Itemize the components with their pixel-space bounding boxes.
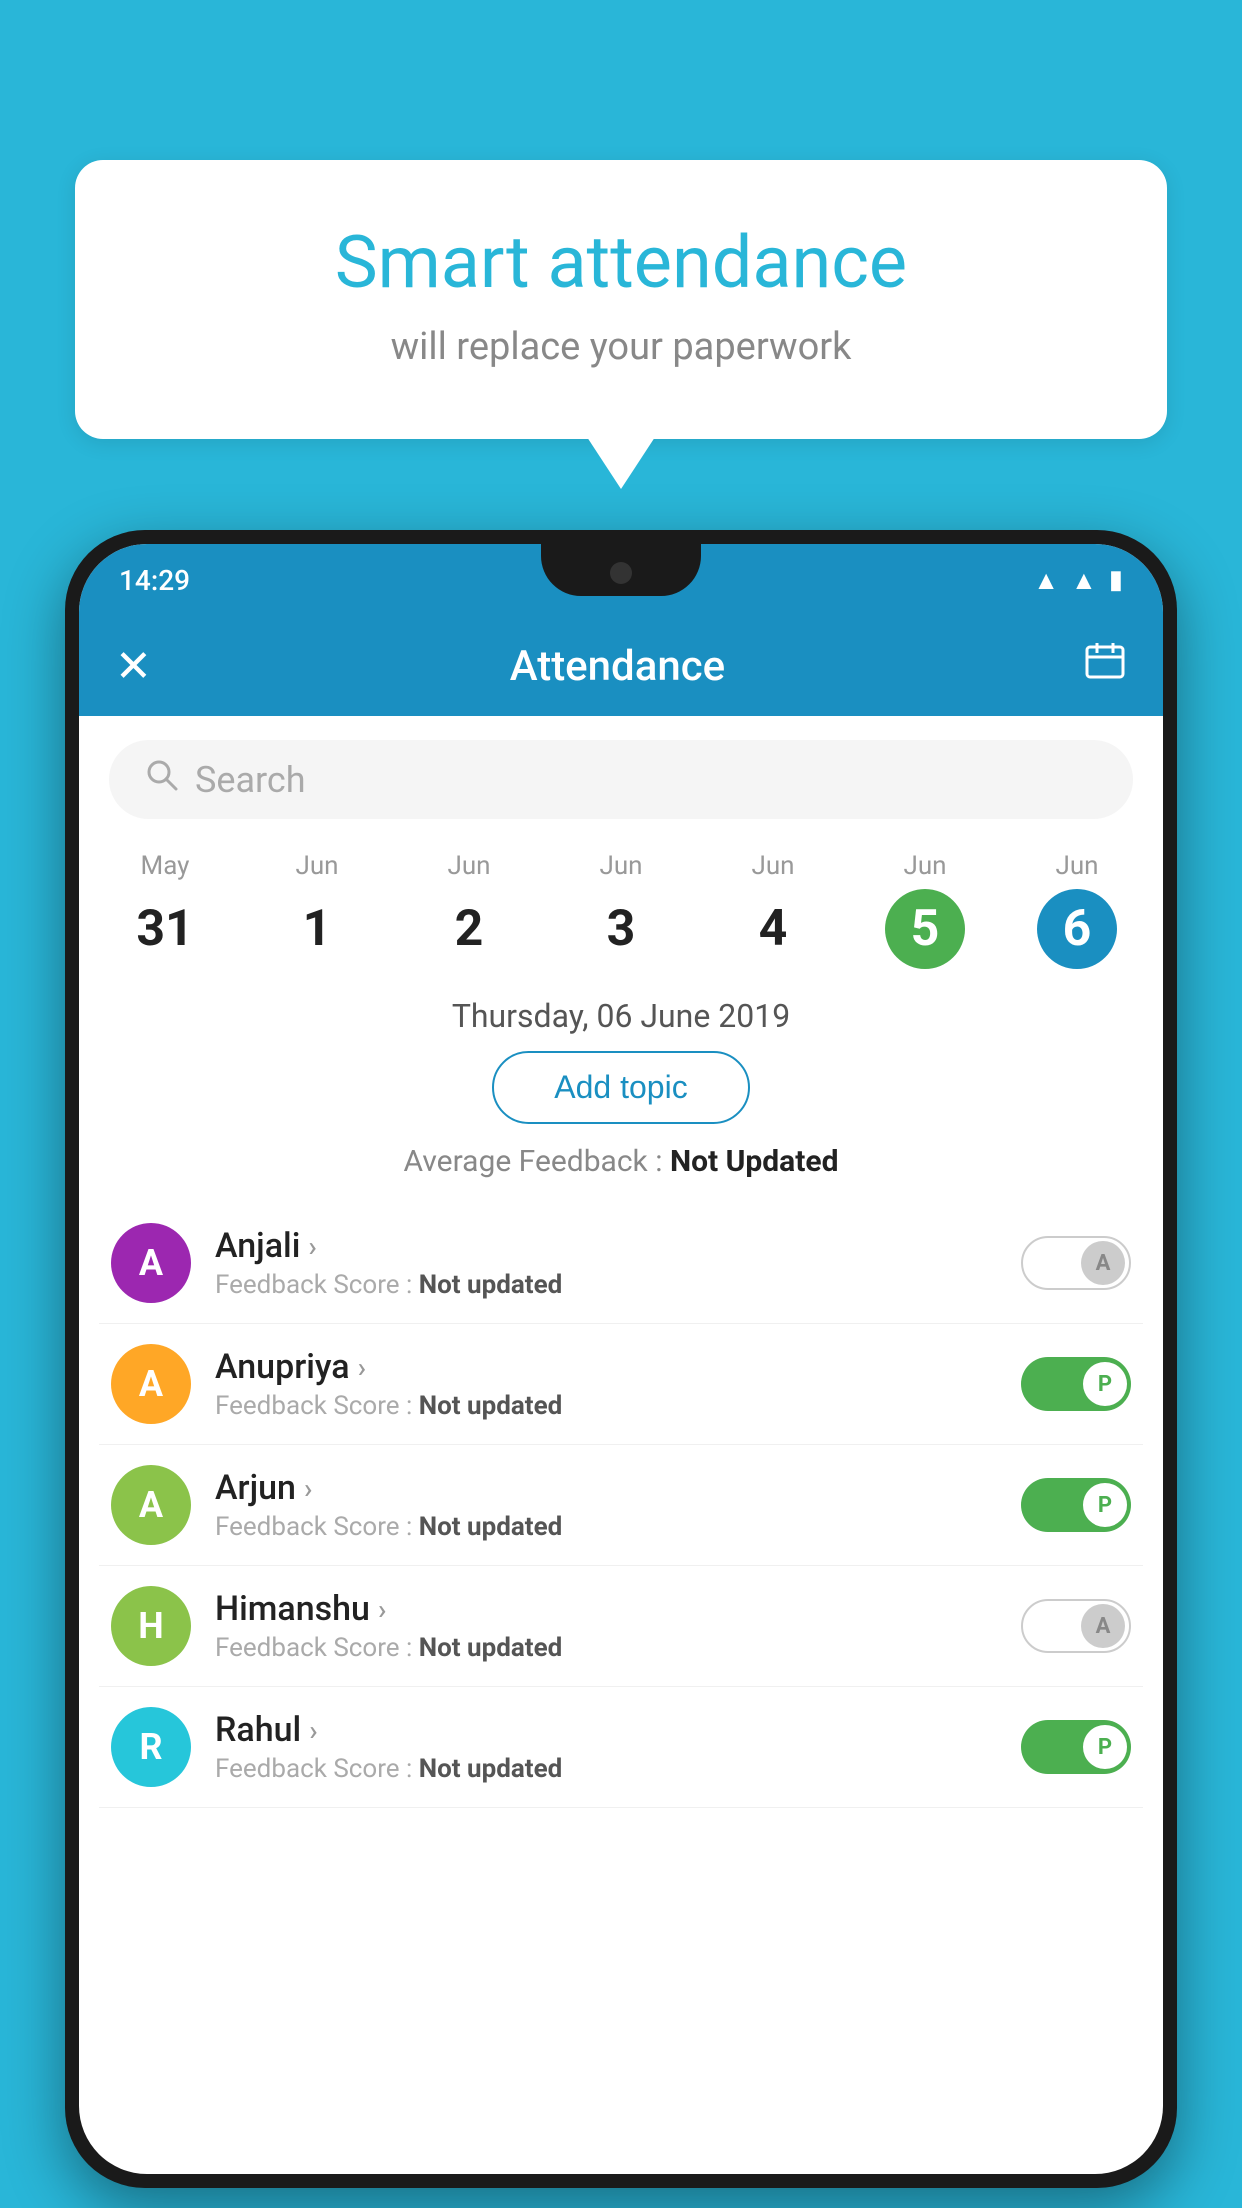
student-feedback: Feedback Score : Not updated: [215, 1391, 997, 1421]
student-row[interactable]: R Rahul › Feedback Score : Not updated P: [99, 1687, 1143, 1808]
status-bar: 14:29 ▲ ▲ ▮: [79, 544, 1163, 616]
cal-date[interactable]: 1: [277, 889, 357, 969]
student-feedback: Feedback Score : Not updated: [215, 1270, 997, 1300]
avatar: A: [111, 1223, 191, 1303]
selected-date-label: Thursday, 06 June 2019: [79, 997, 1163, 1035]
calendar-day[interactable]: Jun 4: [697, 851, 849, 969]
bubble-title: Smart attendance: [155, 220, 1087, 305]
chevron-icon: ›: [304, 1472, 312, 1505]
student-name: Rahul ›: [215, 1710, 997, 1750]
signal-icon: ▲: [1071, 565, 1097, 596]
search-bar[interactable]: Search: [109, 740, 1133, 819]
wifi-icon: ▲: [1033, 565, 1059, 596]
avatar: H: [111, 1586, 191, 1666]
cal-date[interactable]: 2: [429, 889, 509, 969]
camera-dot: [610, 562, 632, 584]
phone-inner: 14:29 ▲ ▲ ▮ ✕ Attendance: [79, 544, 1163, 2174]
cal-month: May: [89, 851, 241, 881]
status-time: 14:29: [119, 564, 190, 597]
cal-date[interactable]: 5: [885, 889, 965, 969]
avatar: A: [111, 1344, 191, 1424]
cal-date[interactable]: 4: [733, 889, 813, 969]
cal-month: Jun: [1001, 851, 1153, 881]
student-feedback: Feedback Score : Not updated: [215, 1633, 997, 1663]
cal-date[interactable]: 31: [125, 889, 205, 969]
student-info: Arjun › Feedback Score : Not updated: [215, 1468, 997, 1542]
toolbar-title: Attendance: [182, 642, 1053, 691]
calendar-icon[interactable]: [1083, 639, 1127, 694]
student-list: AAnjali ›Feedback Score : Not updatedAAA…: [79, 1203, 1163, 1808]
attendance-toggle[interactable]: P: [1021, 1357, 1131, 1411]
calendar-day[interactable]: Jun 5: [849, 851, 1001, 969]
cal-month: Jun: [545, 851, 697, 881]
cal-month: Jun: [393, 851, 545, 881]
chevron-icon: ›: [309, 1714, 317, 1747]
bubble-subtitle: will replace your paperwork: [155, 325, 1087, 369]
calendar-day[interactable]: Jun 2: [393, 851, 545, 969]
chevron-icon: ›: [308, 1230, 316, 1263]
avatar: R: [111, 1707, 191, 1787]
student-row[interactable]: A Arjun › Feedback Score : Not updated P: [99, 1445, 1143, 1566]
student-feedback: Feedback Score : Not updated: [215, 1512, 997, 1542]
attendance-toggle[interactable]: P: [1021, 1478, 1131, 1532]
student-name: Himanshu ›: [215, 1589, 997, 1629]
avg-feedback-value: Not Updated: [670, 1144, 839, 1179]
cal-date[interactable]: 6: [1037, 889, 1117, 969]
cal-month: Jun: [849, 851, 1001, 881]
attendance-toggle[interactable]: A: [1021, 1599, 1131, 1653]
status-icons: ▲ ▲ ▮: [1033, 565, 1123, 596]
calendar-day[interactable]: Jun 3: [545, 851, 697, 969]
phone-frame: 14:29 ▲ ▲ ▮ ✕ Attendance: [65, 530, 1177, 2188]
cal-date[interactable]: 3: [581, 889, 661, 969]
student-name: Arjun ›: [215, 1468, 997, 1508]
student-info: Himanshu › Feedback Score : Not updated: [215, 1589, 997, 1663]
calendar-strip: May 31 Jun 1 Jun 2 Jun 3 Jun 4 Jun 5 Jun 6: [79, 835, 1163, 969]
close-button[interactable]: ✕: [115, 640, 152, 692]
attendance-toggle[interactable]: P: [1021, 1720, 1131, 1774]
student-name: Anupriya ›: [215, 1347, 997, 1387]
add-topic-button[interactable]: Add topic: [492, 1051, 749, 1124]
chevron-icon: ›: [358, 1351, 366, 1384]
speech-bubble-container: Smart attendance will replace your paper…: [75, 160, 1167, 439]
calendar-day[interactable]: May 31: [89, 851, 241, 969]
avatar: A: [111, 1465, 191, 1545]
battery-icon: ▮: [1109, 565, 1123, 595]
notch: [541, 544, 701, 596]
student-row[interactable]: A Anjali › Feedback Score : Not updated A: [99, 1203, 1143, 1324]
cal-month: Jun: [697, 851, 849, 881]
calendar-day[interactable]: Jun 1: [241, 851, 393, 969]
app-toolbar: ✕ Attendance: [79, 616, 1163, 716]
search-icon: [145, 758, 179, 801]
student-name: Anjali ›: [215, 1226, 997, 1266]
student-info: Anjali › Feedback Score : Not updated: [215, 1226, 997, 1300]
chevron-icon: ›: [378, 1593, 386, 1626]
attendance-toggle[interactable]: A: [1021, 1236, 1131, 1290]
search-input-label: Search: [195, 759, 306, 801]
calendar-day[interactable]: Jun 6: [1001, 851, 1153, 969]
speech-bubble: Smart attendance will replace your paper…: [75, 160, 1167, 439]
avg-feedback-label: Average Feedback :: [404, 1144, 663, 1179]
student-row[interactable]: A Anupriya › Feedback Score : Not updated P: [99, 1324, 1143, 1445]
student-row[interactable]: H Himanshu › Feedback Score : Not updated A: [99, 1566, 1143, 1687]
student-info: Anupriya › Feedback Score : Not updated: [215, 1347, 997, 1421]
student-info: Rahul › Feedback Score : Not updated: [215, 1710, 997, 1784]
student-feedback: Feedback Score : Not updated: [215, 1754, 997, 1784]
avg-feedback: Average Feedback : Not Updated: [79, 1144, 1163, 1179]
cal-month: Jun: [241, 851, 393, 881]
